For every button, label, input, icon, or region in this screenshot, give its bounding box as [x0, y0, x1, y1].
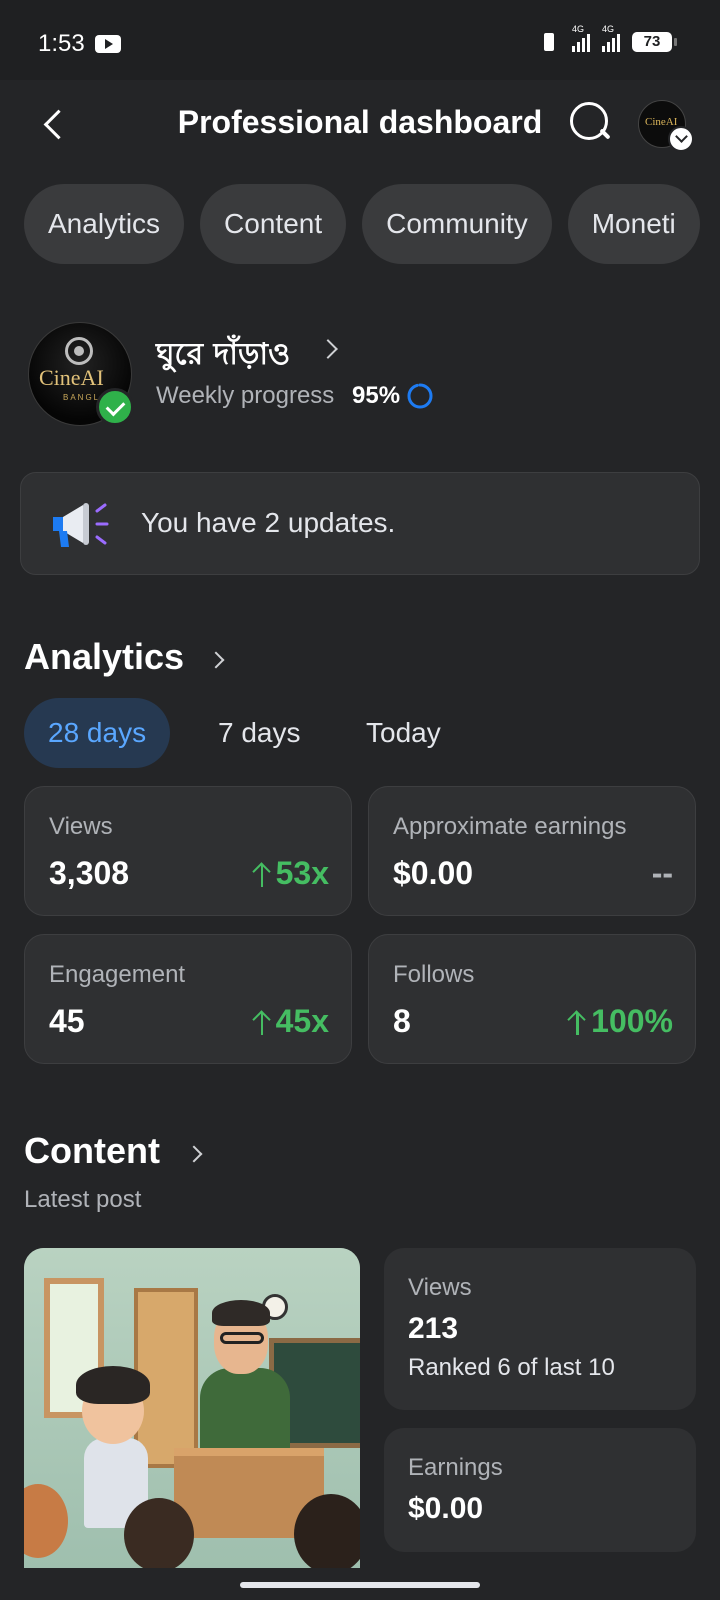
student-back-head-2 [294, 1494, 360, 1568]
post-rank: Ranked 6 of last 10 [408, 1354, 615, 1381]
network-type-label: 4G [572, 24, 585, 34]
arrow-up-icon [567, 1009, 587, 1035]
stat-label: Follows [393, 961, 475, 988]
analytics-heading[interactable]: Analytics [24, 636, 184, 678]
status-time: 1:53 [38, 30, 85, 57]
latest-post-label: Latest post [24, 1186, 142, 1213]
weekly-progress-value: 95% [352, 382, 401, 409]
status-icons: 4G 4G 73 [538, 24, 677, 52]
stat-change: -- [652, 855, 673, 892]
post-earnings-value: $0.00 [408, 1492, 484, 1525]
stat-change-value: 100% [591, 1003, 673, 1039]
teacher-hair [212, 1300, 270, 1326]
stat-card-views[interactable]: Views 3,308 53x [24, 786, 352, 916]
avatar-brand-subtext: BANGL [63, 393, 101, 402]
stat-label: Approximate earnings [393, 813, 627, 840]
signal-icon-2: 4G [602, 24, 620, 52]
post-views-card[interactable]: Views 213 Ranked 6 of last 10 [384, 1248, 696, 1410]
page-name[interactable]: ঘুরে দাঁড়াও [156, 330, 290, 381]
teacher-glasses [220, 1332, 264, 1344]
arrow-up-icon [252, 1009, 272, 1035]
vibrate-icon [538, 32, 560, 52]
range-28-days[interactable]: 28 days [24, 698, 171, 768]
latest-post-thumbnail[interactable] [24, 1248, 360, 1568]
status-bar: 1:53 4G 4G 73 [0, 0, 720, 80]
post-views-value: 213 [408, 1312, 459, 1345]
tab-community[interactable]: Community [362, 184, 552, 264]
avatar-logo-text: CineAI [645, 116, 678, 128]
chevron-down-icon[interactable] [668, 126, 694, 152]
signal-icon: 4G [572, 24, 590, 52]
post-views-label: Views [408, 1274, 472, 1301]
post-earnings-label: Earnings [408, 1454, 503, 1481]
student-hair [76, 1366, 150, 1404]
stat-card-engagement[interactable]: Engagement 45 45x [24, 934, 352, 1064]
search-icon[interactable] [566, 98, 614, 146]
updates-banner[interactable]: You have 2 updates. [20, 472, 700, 575]
post-earnings-card[interactable]: Earnings $0.00 [384, 1428, 696, 1552]
stat-change-value: 53x [275, 855, 329, 891]
film-reel-icon [65, 337, 93, 365]
section-tabs: Analytics Content Community Moneti [24, 184, 700, 264]
home-indicator[interactable] [240, 1582, 480, 1588]
weekly-progress-label: Weekly progress [156, 382, 335, 409]
stat-value: 8 [393, 1003, 411, 1039]
chevron-right-icon[interactable] [185, 1145, 203, 1163]
stat-change-value: -- [651, 855, 673, 891]
content-heading[interactable]: Content [24, 1130, 160, 1172]
network-type-label-2: 4G [602, 24, 615, 34]
student-back-head [124, 1498, 194, 1568]
progress-ring-icon [407, 383, 433, 409]
youtube-notification-icon [95, 35, 121, 53]
stat-value: 45 [49, 1003, 85, 1039]
arrow-up-icon [252, 861, 272, 887]
stat-change-value: 45x [275, 1003, 329, 1039]
tab-content[interactable]: Content [200, 184, 347, 264]
stat-change: 53x [252, 855, 329, 892]
tab-analytics[interactable]: Analytics [24, 184, 185, 264]
battery-icon: 73 [632, 32, 677, 52]
avatar-brand-text: CineAI [39, 365, 104, 390]
range-today[interactable]: Today [342, 698, 465, 768]
stat-value: $0.00 [393, 855, 474, 891]
app-header: Professional dashboard CineAI [0, 80, 720, 170]
stat-label: Engagement [49, 961, 186, 988]
page-profile[interactable]: CineAI BANGL ঘুরে দাঁড়াও Weekly progres… [26, 322, 706, 432]
stat-card-earnings[interactable]: Approximate earnings $0.00 -- [368, 786, 696, 916]
stat-card-follows[interactable]: Follows 8 100% [368, 934, 696, 1064]
megaphone-icon [53, 503, 109, 547]
range-7-days[interactable]: 7 days [194, 698, 325, 768]
stat-label: Views [49, 813, 113, 840]
tab-monetization[interactable]: Moneti [567, 184, 700, 264]
stat-change: 100% [567, 1003, 673, 1040]
stat-value: 3,308 [49, 855, 130, 891]
chevron-right-icon[interactable] [318, 339, 338, 359]
chevron-right-icon[interactable] [207, 651, 225, 669]
updates-text: You have 2 updates. [141, 507, 396, 538]
stat-change: 45x [252, 1003, 329, 1040]
checkmark-badge-icon [96, 388, 134, 426]
